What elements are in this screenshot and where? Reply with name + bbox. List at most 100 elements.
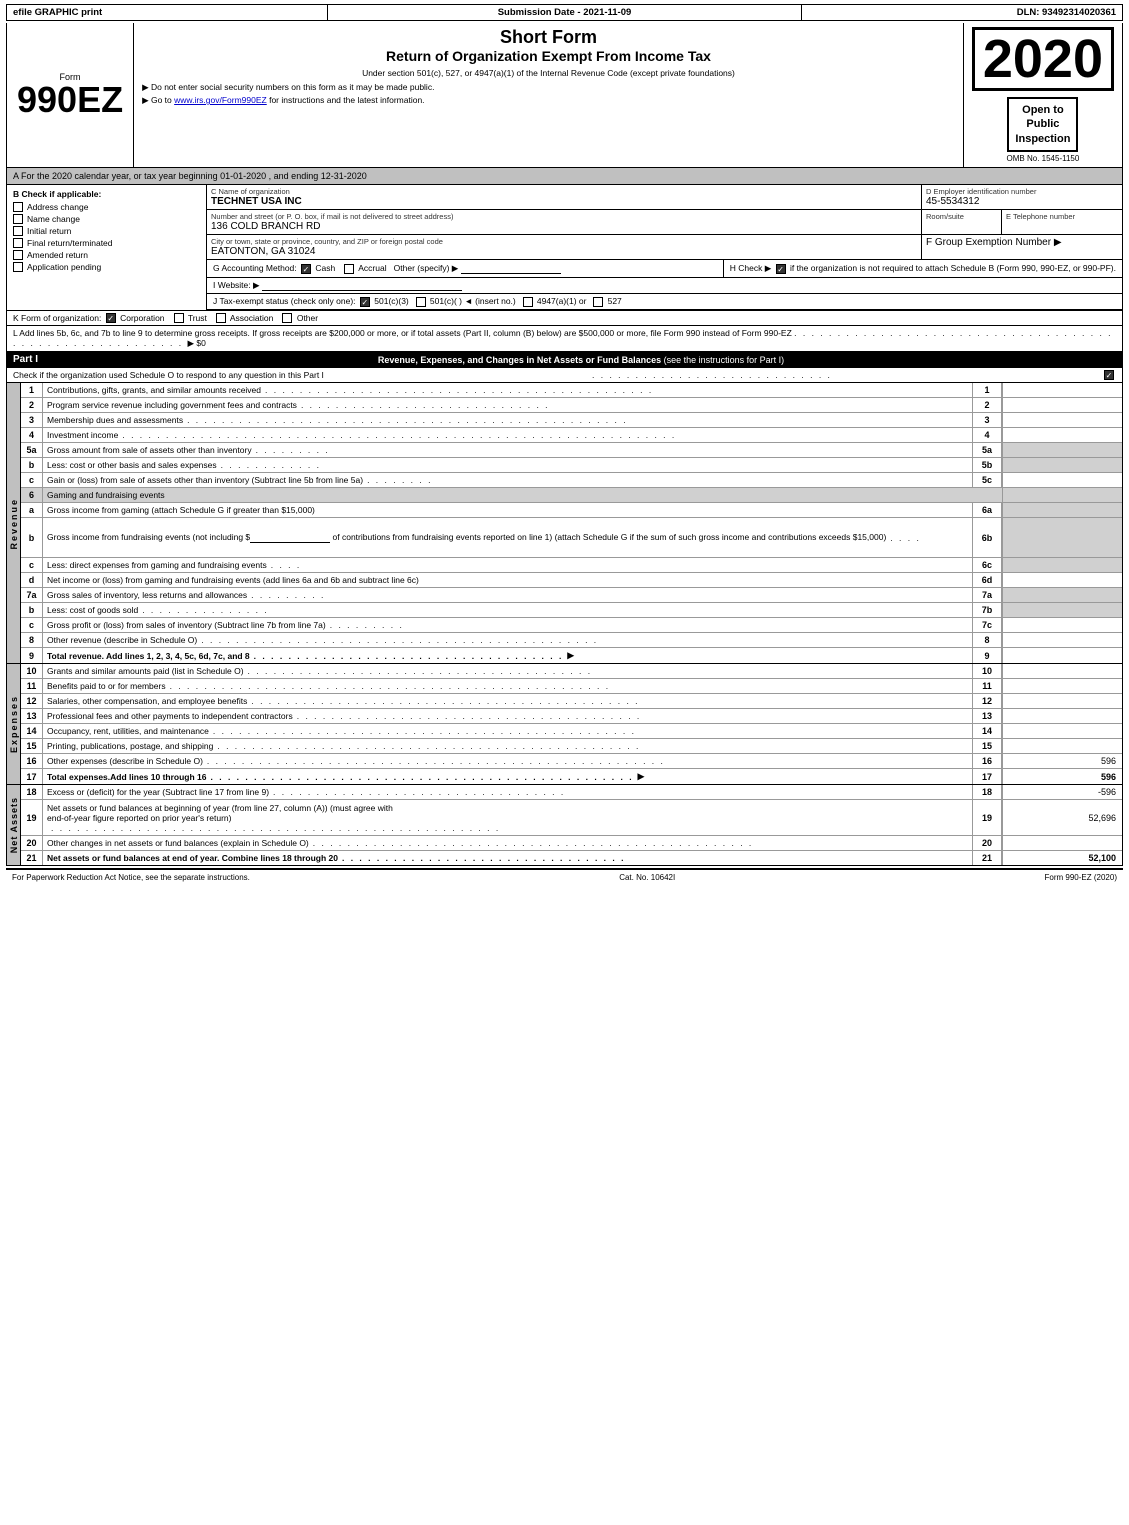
line-2-box: 2 xyxy=(972,398,1002,412)
subtitle-text: Under section 501(c), 527, or 4947(a)(1)… xyxy=(142,68,955,78)
org-name-cell: C Name of organization TECHNET USA INC xyxy=(207,185,922,209)
address-change-checkbox[interactable] xyxy=(13,202,23,212)
footer-middle: Cat. No. 10642I xyxy=(619,873,675,882)
line-12-amount xyxy=(1002,694,1122,708)
line-16-amount: 596 xyxy=(1002,754,1122,768)
trust-checkbox[interactable] xyxy=(174,313,184,323)
line-15-desc: Printing, publications, postage, and shi… xyxy=(43,739,972,753)
line-7c-amount xyxy=(1002,618,1122,632)
h-subtext: if the organization is not required to a… xyxy=(790,263,1116,273)
line-21-num: 21 xyxy=(21,851,43,865)
line-17-desc: Total expenses. Add lines 10 through 16 … xyxy=(43,769,972,784)
room-label: Room/suite xyxy=(926,212,997,221)
amended-return-checkbox[interactable] xyxy=(13,250,23,260)
calendar-line: A For the 2020 calendar year, or tax yea… xyxy=(6,168,1123,185)
line-1-desc: Contributions, gifts, grants, and simila… xyxy=(43,383,972,397)
line-16-num: 16 xyxy=(21,754,43,768)
city-state-value: EATONTON, GA 31024 xyxy=(211,246,917,257)
form-body-top: B Check if applicable: Address change Na… xyxy=(6,185,1123,311)
line-3-num: 3 xyxy=(21,413,43,427)
application-pending-item: Application pending xyxy=(13,262,200,272)
line-14-box: 14 xyxy=(972,724,1002,738)
line-20-desc: Other changes in net assets or fund bala… xyxy=(43,836,972,850)
initial-return-checkbox[interactable] xyxy=(13,226,23,236)
line-20-amount xyxy=(1002,836,1122,850)
501c3-checkbox[interactable] xyxy=(360,297,370,307)
527-checkbox[interactable] xyxy=(593,297,603,307)
accrual-checkbox[interactable] xyxy=(344,264,354,274)
l-row: L Add lines 5b, 6c, and 7b to line 9 to … xyxy=(6,325,1123,352)
expenses-section: Expenses 10 Grants and similar amounts p… xyxy=(6,664,1123,785)
expenses-side-label: Expenses xyxy=(7,664,21,784)
ij-row: I Website: ▶ xyxy=(207,278,1122,294)
room-cell: Room/suite xyxy=(922,210,1002,234)
line-8-desc: Other revenue (describe in Schedule O) .… xyxy=(43,633,972,647)
address-cell: Number and street (or P. O. box, if mail… xyxy=(207,210,922,234)
line-10-desc: Grants and similar amounts paid (list in… xyxy=(43,664,972,678)
cash-checkbox[interactable] xyxy=(301,264,311,274)
line-10-box: 10 xyxy=(972,664,1002,678)
other-label: Other (specify) ▶ xyxy=(394,263,459,273)
line-11-num: 11 xyxy=(21,679,43,693)
line-6c-amount xyxy=(1002,558,1122,572)
501c3-label: 501(c)(3) xyxy=(374,296,408,306)
irs-link[interactable]: www.irs.gov/Form990EZ xyxy=(174,95,267,105)
form-990ez: 990EZ xyxy=(17,82,123,118)
line-20-box: 20 xyxy=(972,836,1002,850)
line-6c-num: c xyxy=(21,558,43,572)
assoc-checkbox[interactable] xyxy=(216,313,226,323)
line-15-box: 15 xyxy=(972,739,1002,753)
h-checkbox[interactable] xyxy=(776,264,786,274)
ein-label: D Employer identification number xyxy=(926,187,1118,196)
expense-row-13: 13 Professional fees and other payments … xyxy=(21,709,1122,724)
check-applicable-title: B Check if applicable: xyxy=(13,189,200,199)
line-7a-sublabel: 7a xyxy=(972,588,1002,602)
line-7a-num: 7a xyxy=(21,588,43,602)
part1-check-checkbox[interactable] xyxy=(1104,370,1114,380)
501c-checkbox[interactable] xyxy=(416,297,426,307)
line-4-amount xyxy=(1002,428,1122,442)
line-15-amount xyxy=(1002,739,1122,753)
line-15-num: 15 xyxy=(21,739,43,753)
line-6-empty xyxy=(972,488,1002,502)
form-org-label: K Form of organization: xyxy=(13,313,101,323)
application-pending-checkbox[interactable] xyxy=(13,262,23,272)
tax-exempt-label: J Tax-exempt status (check only one): xyxy=(213,296,356,306)
other-org-checkbox[interactable] xyxy=(282,313,292,323)
line-6d-desc: Net income or (loss) from gaming and fun… xyxy=(43,573,972,587)
expenses-label: Expenses xyxy=(9,695,19,753)
revenue-label: Revenue xyxy=(9,498,19,550)
accrual-label: Accrual xyxy=(358,263,386,273)
org-name-label: C Name of organization xyxy=(211,187,917,196)
line-17-box: 17 xyxy=(972,769,1002,784)
line-16-box: 16 xyxy=(972,754,1002,768)
line-3-amount xyxy=(1002,413,1122,427)
top-bar: efile GRAPHIC print Submission Date - 20… xyxy=(6,4,1123,21)
line-12-desc: Salaries, other compensation, and employ… xyxy=(43,694,972,708)
form-number-block: Form 990EZ xyxy=(7,23,134,167)
line-6-amount xyxy=(1002,488,1122,502)
name-change-checkbox[interactable] xyxy=(13,214,23,224)
4947-checkbox[interactable] xyxy=(523,297,533,307)
line-10-num: 10 xyxy=(21,664,43,678)
corp-checkbox[interactable] xyxy=(106,313,116,323)
527-label: 527 xyxy=(608,296,622,306)
line-14-desc: Occupancy, rent, utilities, and maintena… xyxy=(43,724,972,738)
net-assets-label: Net Assets xyxy=(9,797,19,853)
revenue-row-6b: b Gross income from fundraising events (… xyxy=(21,518,1122,558)
net-assets-section: Net Assets 18 Excess or (deficit) for th… xyxy=(6,785,1123,866)
line-14-num: 14 xyxy=(21,724,43,738)
ein-cell: D Employer identification number 45-5534… xyxy=(922,185,1122,209)
amended-return-item: Amended return xyxy=(13,250,200,260)
line-16-desc: Other expenses (describe in Schedule O) … xyxy=(43,754,972,768)
final-return-checkbox[interactable] xyxy=(13,238,23,248)
corp-label: Corporation xyxy=(120,313,164,323)
line-13-amount xyxy=(1002,709,1122,723)
line-1-amount xyxy=(1002,383,1122,397)
other-org-label: Other xyxy=(297,313,318,323)
notice1: ▶ Do not enter social security numbers o… xyxy=(142,82,955,93)
address-value: 136 COLD BRANCH RD xyxy=(211,221,917,232)
line-18-box: 18 xyxy=(972,785,1002,799)
revenue-row-9: 9 Total revenue. Add lines 1, 2, 3, 4, 5… xyxy=(21,648,1122,663)
line-5b-sublabel: 5b xyxy=(972,458,1002,472)
